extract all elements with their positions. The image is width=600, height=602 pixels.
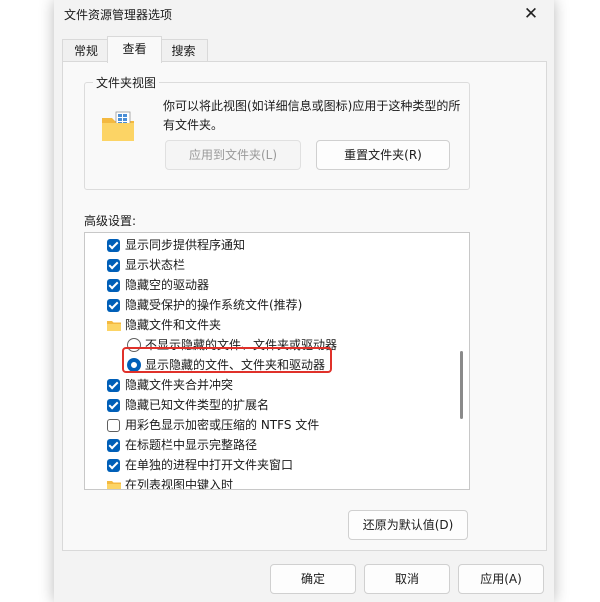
folder-views-description: 你可以将此视图(如详细信息或图标)应用于这种类型的所有文件夹。 (163, 99, 461, 132)
advanced-settings-label: 高级设置: (84, 214, 137, 228)
checkbox[interactable] (107, 239, 120, 252)
reset-folders-button[interactable]: 重置文件夹(R) (316, 140, 450, 170)
checkbox[interactable] (107, 259, 120, 272)
folder-options-dialog: 文件资源管理器选项 ✕ 常规 查看 搜索 文件夹视图 你可以将此视图(如详细信息… (54, 0, 554, 602)
cancel-button[interactable]: 取消 (364, 564, 450, 594)
folder-icon (107, 481, 121, 489)
apply-to-folders-button[interactable]: 应用到文件夹(L) (165, 140, 301, 170)
checkbox[interactable] (107, 379, 120, 392)
tab-search[interactable]: 搜索 (159, 39, 208, 62)
folder-view-icon (102, 111, 134, 141)
folder-icon (107, 321, 121, 331)
checkbox[interactable] (107, 459, 120, 472)
apply-button[interactable]: 应用(A) (458, 564, 544, 594)
advanced-settings-list: 显示同步提供程序通知 显示状态栏 隐藏空的驱动器 隐藏受保护的操作系统文件(推荐… (85, 233, 454, 489)
ok-button[interactable]: 确定 (270, 564, 356, 594)
close-button[interactable]: ✕ (508, 0, 554, 28)
scrollbar-thumb[interactable] (460, 351, 463, 419)
title-bar: 文件资源管理器选项 ✕ (54, 0, 554, 28)
radio-button-selected[interactable] (127, 358, 141, 372)
checkbox[interactable] (107, 299, 120, 312)
folder-views-group: 文件夹视图 你可以将此视图(如详细信息或图标)应用于这种类型的所有文件夹。 应用… (84, 74, 470, 190)
checkbox[interactable] (107, 399, 120, 412)
view-tab-panel: 文件夹视图 你可以将此视图(如详细信息或图标)应用于这种类型的所有文件夹。 应用… (62, 61, 547, 551)
restore-defaults-button[interactable]: 还原为默认值(D) (348, 510, 468, 540)
tab-view[interactable]: 查看 (107, 36, 162, 63)
radio-button[interactable] (127, 338, 141, 352)
checkbox[interactable] (107, 279, 120, 292)
tab-general[interactable]: 常规 (62, 39, 110, 62)
window-title: 文件资源管理器选项 (64, 8, 173, 22)
folder-views-legend: 文件夹视图 (93, 74, 160, 91)
checkbox[interactable] (107, 439, 120, 452)
tree-scrollbar[interactable] (454, 233, 469, 489)
advanced-settings-tree[interactable]: 显示同步提供程序通知 显示状态栏 隐藏空的驱动器 隐藏受保护的操作系统文件(推荐… (84, 232, 470, 490)
dialog-footer: 确定 取消 应用(A) (54, 552, 554, 602)
checkbox[interactable] (107, 419, 120, 432)
